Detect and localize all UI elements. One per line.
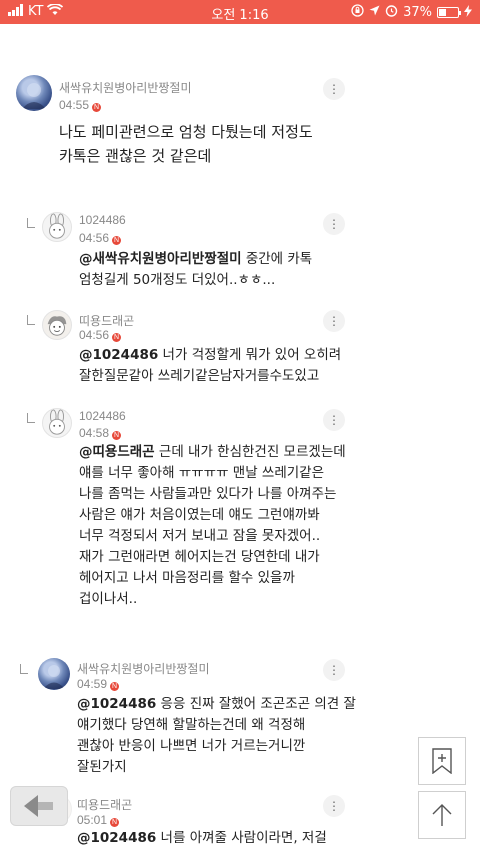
mention[interactable]: @1024486 xyxy=(77,830,156,846)
comment-time: 04:58 N xyxy=(79,426,122,440)
reply-indicator-icon xyxy=(27,413,35,423)
new-badge: N xyxy=(110,818,120,827)
avatar[interactable] xyxy=(42,310,72,340)
more-vertical-icon: ⋮ xyxy=(328,413,340,427)
mention[interactable]: @1024486 xyxy=(79,347,158,363)
more-options-button[interactable]: ⋮ xyxy=(323,795,345,817)
new-badge: N xyxy=(112,333,122,342)
scroll-top-button[interactable] xyxy=(418,791,466,839)
more-options-button[interactable]: ⋮ xyxy=(323,659,345,681)
comment-body: @1024486 응응 진짜 잘했어 조곤조곤 의견 잘 얘기했다 당연해 할말… xyxy=(77,694,356,778)
more-vertical-icon: ⋮ xyxy=(328,217,340,231)
comment-time: 04:56 N xyxy=(79,328,122,342)
charging-icon xyxy=(464,4,472,20)
location-icon xyxy=(369,5,380,19)
new-badge: N xyxy=(110,682,120,691)
comment-time: 05:01 N xyxy=(77,813,120,827)
more-options-button[interactable]: ⋮ xyxy=(323,213,345,235)
battery-icon xyxy=(437,6,461,18)
battery-fill xyxy=(439,8,446,16)
comment-body: @1024486 너를 아껴줄 사람이라면, 저걸 xyxy=(77,828,327,849)
more-vertical-icon: ⋮ xyxy=(328,663,340,677)
comment-body: @띠용드래곤 근데 내가 한심한건진 모르겠는데 얘를 너무 좋아해 ㅠㅠㅠㅠ … xyxy=(79,442,346,610)
arrow-up-icon xyxy=(432,804,452,826)
new-badge: N xyxy=(112,431,122,440)
time-text: 04:55 xyxy=(59,98,90,112)
back-arrow-icon xyxy=(24,795,53,817)
avatar[interactable] xyxy=(42,212,72,242)
status-bar: KT 오전 1:16 37% xyxy=(0,0,480,24)
comment-time: 04:56 N xyxy=(79,231,122,245)
comment-text: 근데 내가 한심한건진 모르겠는데 얘를 너무 좋아해 ㅠㅠㅠㅠ 맨날 쓰레기같… xyxy=(79,444,346,607)
new-badge: N xyxy=(92,103,102,112)
more-options-button[interactable]: ⋮ xyxy=(323,409,345,431)
more-vertical-icon: ⋮ xyxy=(328,314,340,328)
mention[interactable]: @새싹유치원병아리반짱절미 xyxy=(79,251,242,267)
bookmark-add-icon xyxy=(432,748,452,774)
more-vertical-icon: ⋮ xyxy=(328,799,340,813)
comment-author[interactable]: 띠용드래곤 xyxy=(79,312,134,329)
rotation-lock-icon xyxy=(351,4,364,20)
time-text: 05:01 xyxy=(77,813,108,827)
back-button[interactable] xyxy=(10,786,68,826)
comment-author[interactable]: 새싹유치원병아리반짱절미 xyxy=(77,660,209,677)
avatar[interactable] xyxy=(38,658,70,690)
time-text: 04:56 xyxy=(79,328,110,342)
comment-time: 04:59 N xyxy=(77,677,120,691)
more-vertical-icon: ⋮ xyxy=(328,82,340,96)
new-badge: N xyxy=(112,236,122,245)
mention[interactable]: @띠용드래곤 xyxy=(79,444,155,460)
mention[interactable]: @1024486 xyxy=(77,696,156,712)
avatar[interactable] xyxy=(42,408,72,438)
reply-indicator-icon xyxy=(27,315,35,325)
comment-body: @1024486 너가 걱정할게 뭐가 있어 오히려 잘한질문같아 쓰레기같은남… xyxy=(79,345,341,387)
alarm-icon xyxy=(385,4,398,20)
more-options-button[interactable]: ⋮ xyxy=(323,310,345,332)
comment-text: 너를 아껴줄 사람이라면, 저걸 xyxy=(156,830,327,846)
comment-time: 04:55 N xyxy=(59,98,102,112)
comment-body: @새싹유치원병아리반짱절미 중간에 카톡 엄청길게 50개정도 더있어..ㅎㅎ.… xyxy=(79,249,312,291)
more-options-button[interactable]: ⋮ xyxy=(323,78,345,100)
bookmark-button[interactable] xyxy=(418,737,466,785)
battery-percent: 37% xyxy=(403,4,432,20)
comment-author[interactable]: 1024486 xyxy=(79,409,126,423)
time-text: 04:58 xyxy=(79,426,110,440)
comment-author[interactable]: 띠용드래곤 xyxy=(77,796,132,813)
comment-text: 나도 페미관련으로 엄청 다퉜는데 저정도 카톡은 괜찮은 것 같은데 xyxy=(59,123,313,165)
time-text: 04:59 xyxy=(77,677,108,691)
time-text: 04:56 xyxy=(79,231,110,245)
avatar[interactable] xyxy=(16,75,52,111)
comment-author[interactable]: 1024486 xyxy=(79,213,126,227)
comment-author[interactable]: 새싹유치원병아리반짱절미 xyxy=(59,79,191,96)
comment-body: 나도 페미관련으로 엄청 다퉜는데 저정도 카톡은 괜찮은 것 같은데 xyxy=(59,120,313,168)
reply-indicator-icon xyxy=(20,664,28,674)
reply-indicator-icon xyxy=(27,218,35,228)
